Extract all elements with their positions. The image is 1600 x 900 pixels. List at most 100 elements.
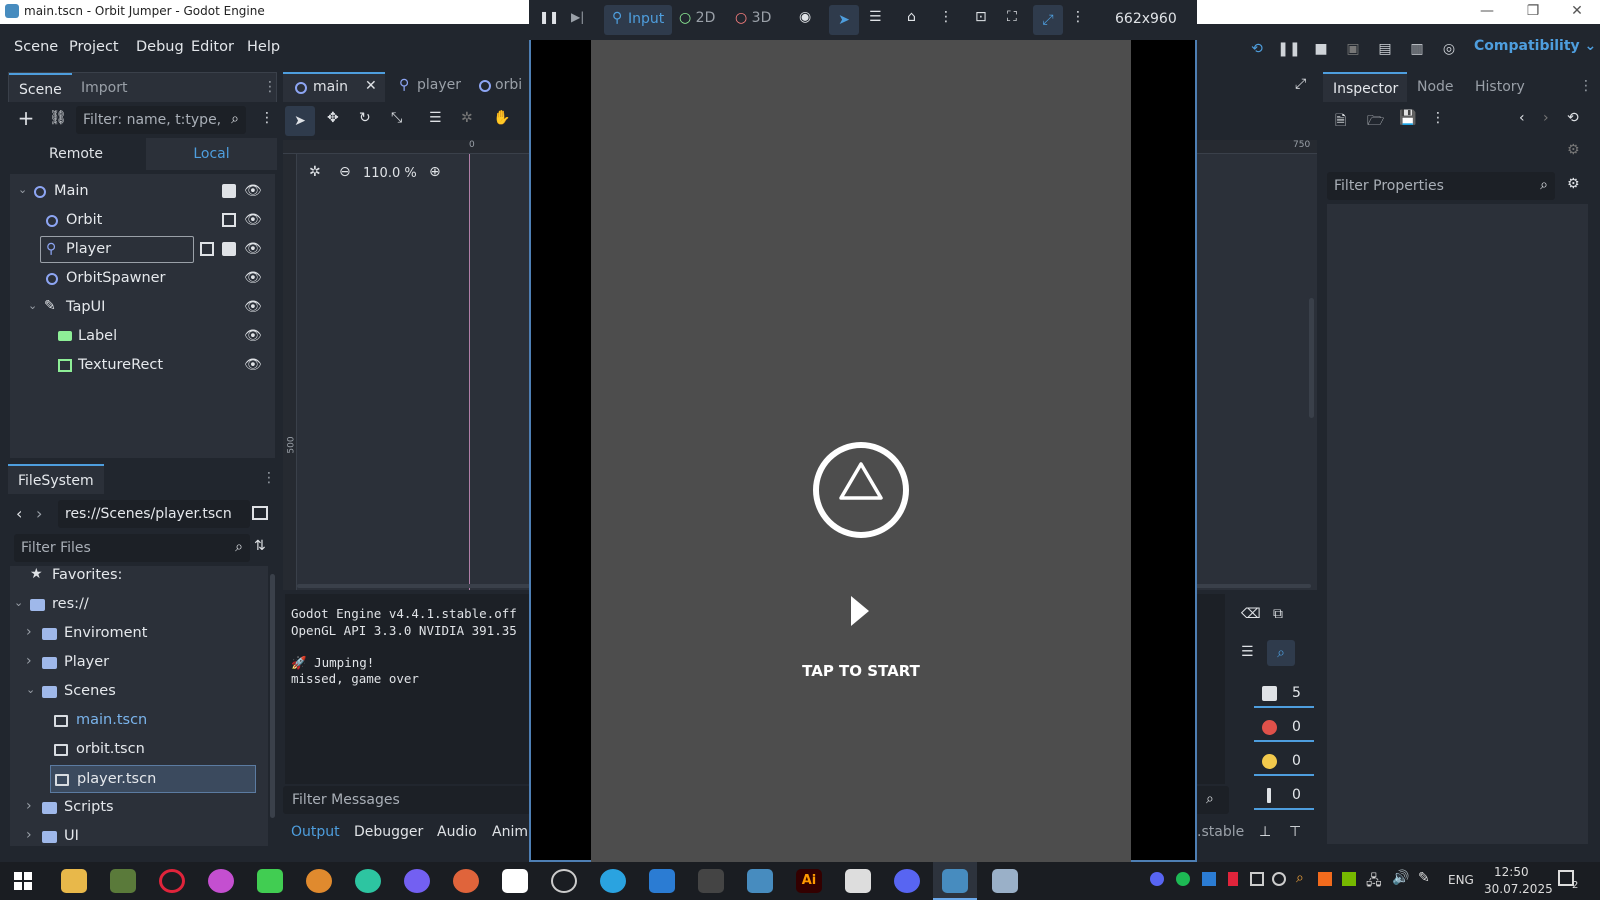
- object-history-icon[interactable]: ⟲: [1567, 110, 1579, 126]
- fs-folder-ui[interactable]: › UI: [10, 823, 260, 851]
- camera-override-icon[interactable]: ⌂: [907, 9, 916, 25]
- clear-output-icon[interactable]: ⌫: [1241, 606, 1261, 622]
- list-select-icon[interactable]: ☰: [869, 9, 882, 25]
- fs-file-orbit[interactable]: orbit.tscn: [10, 736, 260, 764]
- copy-output-icon[interactable]: ⧉: [1273, 606, 1283, 622]
- tree-node-label[interactable]: Label 👁: [10, 323, 266, 351]
- zoom-level[interactable]: 110.0 %: [363, 166, 423, 181]
- tree-node-tapui[interactable]: ⌄ ✎ TapUI 👁: [10, 294, 266, 322]
- tray-icon[interactable]: [1272, 872, 1286, 886]
- pause-game-icon[interactable]: ❚❚: [539, 10, 559, 24]
- expand-arrow-icon[interactable]: ›: [26, 653, 32, 669]
- save-resource-icon[interactable]: 💾: [1399, 110, 1416, 126]
- twitch-icon[interactable]: [845, 869, 871, 893]
- scene-filter-input[interactable]: Filter: name, t:type, ⌕: [76, 106, 246, 134]
- forward-icon[interactable]: ›: [36, 504, 42, 523]
- expand-arrow-icon[interactable]: ›: [26, 624, 32, 640]
- inspector-settings-icon[interactable]: ⚙: [1567, 176, 1580, 192]
- embed-options-icon[interactable]: ⋮: [1071, 9, 1085, 25]
- stop-icon[interactable]: ■: [1308, 36, 1334, 62]
- renderer-select[interactable]: Compatibility ⌄: [1474, 38, 1596, 54]
- list-tool-icon[interactable]: ☰: [429, 110, 442, 126]
- scale-tool-icon[interactable]: ⤡: [391, 110, 402, 126]
- clock-date[interactable]: 30.07.2025: [1484, 882, 1553, 896]
- tree-node-texturerect[interactable]: TextureRect 👁: [10, 352, 266, 380]
- options-icon[interactable]: ⋮: [939, 9, 953, 25]
- back-icon[interactable]: ‹: [16, 504, 22, 523]
- expand-arrow-icon[interactable]: ›: [26, 827, 32, 843]
- remote-debug-icon[interactable]: ▣: [1340, 36, 1366, 62]
- viber-icon[interactable]: [404, 869, 430, 893]
- minimize-button[interactable]: —: [1464, 0, 1510, 24]
- visibility-eye-icon[interactable]: 👁: [244, 212, 262, 230]
- run-current-scene-icon[interactable]: ▤: [1372, 36, 1398, 62]
- godot-active-taskbar-item[interactable]: [933, 862, 977, 900]
- fs-folder-scripts[interactable]: › Scripts: [10, 794, 260, 822]
- menu-project[interactable]: Project: [69, 39, 119, 55]
- close-window-button[interactable]: ✕: [1554, 0, 1600, 24]
- script-icon[interactable]: [222, 242, 236, 256]
- search-toggle-icon[interactable]: ⌕: [1267, 640, 1295, 666]
- tab-inspector[interactable]: Inspector: [1323, 72, 1407, 102]
- reload-icon[interactable]: ⟲: [1244, 36, 1270, 62]
- split-mode-icon[interactable]: [252, 506, 268, 520]
- fs-folder-enviroment[interactable]: › Enviroment: [10, 620, 260, 648]
- visibility-eye-icon[interactable]: 👁: [244, 241, 262, 259]
- minecraft-icon[interactable]: [110, 869, 136, 893]
- fs-path-input[interactable]: res://Scenes/player.tscn: [58, 500, 250, 528]
- menu-editor[interactable]: Editor: [191, 39, 234, 55]
- tab-import[interactable]: Import: [71, 73, 137, 103]
- new-resource-icon[interactable]: 🗎: [1335, 110, 1346, 134]
- menu-debug[interactable]: Debug: [136, 39, 184, 55]
- select-mode-icon[interactable]: ➤: [829, 5, 859, 35]
- visibility-toggle-icon[interactable]: ◉: [799, 9, 811, 25]
- keep-aspect-icon[interactable]: ⛶: [1007, 9, 1017, 25]
- bottom-tab-animation[interactable]: Anim: [492, 824, 528, 840]
- fixed-size-icon[interactable]: ⊡: [975, 9, 987, 25]
- remote-tab[interactable]: Remote: [8, 138, 144, 170]
- tab-player[interactable]: ⚲ player: [395, 72, 485, 102]
- script-icon[interactable]: [222, 184, 236, 198]
- close-tab-icon[interactable]: ✕: [365, 78, 377, 94]
- collapse-arrow-icon[interactable]: ⌄: [14, 596, 23, 609]
- next-frame-icon[interactable]: ▶|: [571, 10, 584, 24]
- canvas-scrollbar-v[interactable]: [1309, 298, 1314, 418]
- tray-icon[interactable]: [1250, 872, 1264, 886]
- restore-button[interactable]: ❐: [1510, 0, 1556, 24]
- search-tray-icon[interactable]: ⌕: [1296, 870, 1304, 886]
- pan-tool-icon[interactable]: ✋: [493, 110, 510, 126]
- telegram-icon[interactable]: [600, 869, 626, 893]
- tab-history[interactable]: History: [1465, 72, 1535, 102]
- dock-menu-icon[interactable]: ⋮: [1579, 78, 1593, 94]
- fs-filter-input[interactable]: Filter Files ⌕: [14, 534, 250, 562]
- visibility-eye-icon[interactable]: 👁: [244, 299, 262, 317]
- fs-scrollbar[interactable]: [270, 574, 275, 818]
- picsart-icon[interactable]: [208, 869, 234, 893]
- tray-icon[interactable]: [1228, 872, 1238, 886]
- game-viewport[interactable]: TAP TO START: [591, 40, 1131, 862]
- scene-instance-icon[interactable]: [222, 213, 236, 227]
- vscode-icon[interactable]: [649, 869, 675, 893]
- scene-instance-icon[interactable]: [200, 242, 214, 256]
- tab-node[interactable]: Node: [1407, 72, 1464, 102]
- distraction-free-icon[interactable]: ⤢: [1295, 76, 1306, 92]
- tray-icon[interactable]: [1202, 872, 1216, 886]
- illustrator-icon[interactable]: Ai: [796, 869, 822, 893]
- opera-icon[interactable]: [159, 869, 185, 893]
- warning-counter[interactable]: 0: [1254, 748, 1314, 776]
- pen-icon[interactable]: ✎: [1418, 870, 1430, 886]
- mode-2d-button[interactable]: ○ 2D: [679, 10, 715, 26]
- tray-icon[interactable]: [1318, 872, 1332, 886]
- run-specific-scene-icon[interactable]: ▥: [1404, 36, 1430, 62]
- discord-tray-icon[interactable]: [1150, 872, 1164, 886]
- github-desktop-icon[interactable]: [355, 869, 381, 893]
- obs-icon[interactable]: [551, 869, 577, 893]
- object-properties-icon[interactable]: ⚙: [1567, 142, 1580, 158]
- expand-arrow-icon[interactable]: ›: [26, 798, 32, 814]
- visibility-eye-icon[interactable]: 👁: [244, 357, 262, 375]
- window-preview-icon[interactable]: [992, 869, 1018, 893]
- local-tab[interactable]: Local: [146, 138, 277, 170]
- zoom-out-icon[interactable]: ⊖: [339, 164, 351, 180]
- error-counter[interactable]: 0: [1254, 714, 1314, 742]
- pivot-tool-icon[interactable]: ✲: [461, 110, 473, 126]
